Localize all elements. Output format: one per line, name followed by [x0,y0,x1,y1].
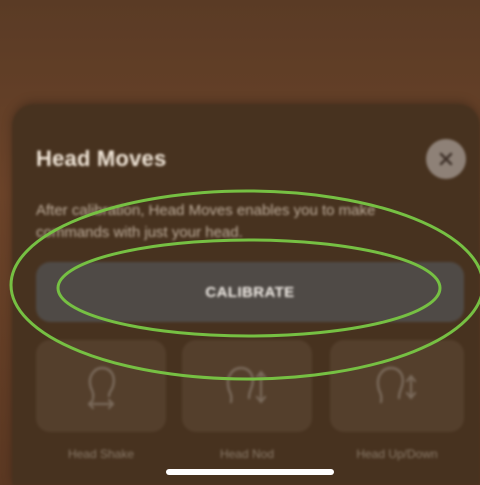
head-shake-label: Head Shake [67,447,135,461]
head-up-down-card[interactable] [330,340,464,432]
calibrate-button[interactable]: CALIBRATE [36,262,464,322]
close-button[interactable] [426,139,466,179]
description-text: After calibration, Head Moves enables yo… [36,202,376,241]
sheet-title: Head Moves [36,146,167,171]
head-up-down-icon [376,366,417,404]
close-icon [439,152,453,166]
calibrate-button-label: CALIBRATE [205,283,295,301]
head-shake-icon [87,366,115,410]
home-indicator [166,469,334,475]
head-nod-card[interactable] [182,340,312,432]
head-shake-card[interactable] [36,340,166,432]
head-up-down-label: Head Up/Down [356,447,438,461]
head-nod-label: Head Nod [219,447,275,461]
blurred-ui: Head Moves After calibration, Head Moves… [0,0,480,485]
head-nod-icon [226,366,267,404]
